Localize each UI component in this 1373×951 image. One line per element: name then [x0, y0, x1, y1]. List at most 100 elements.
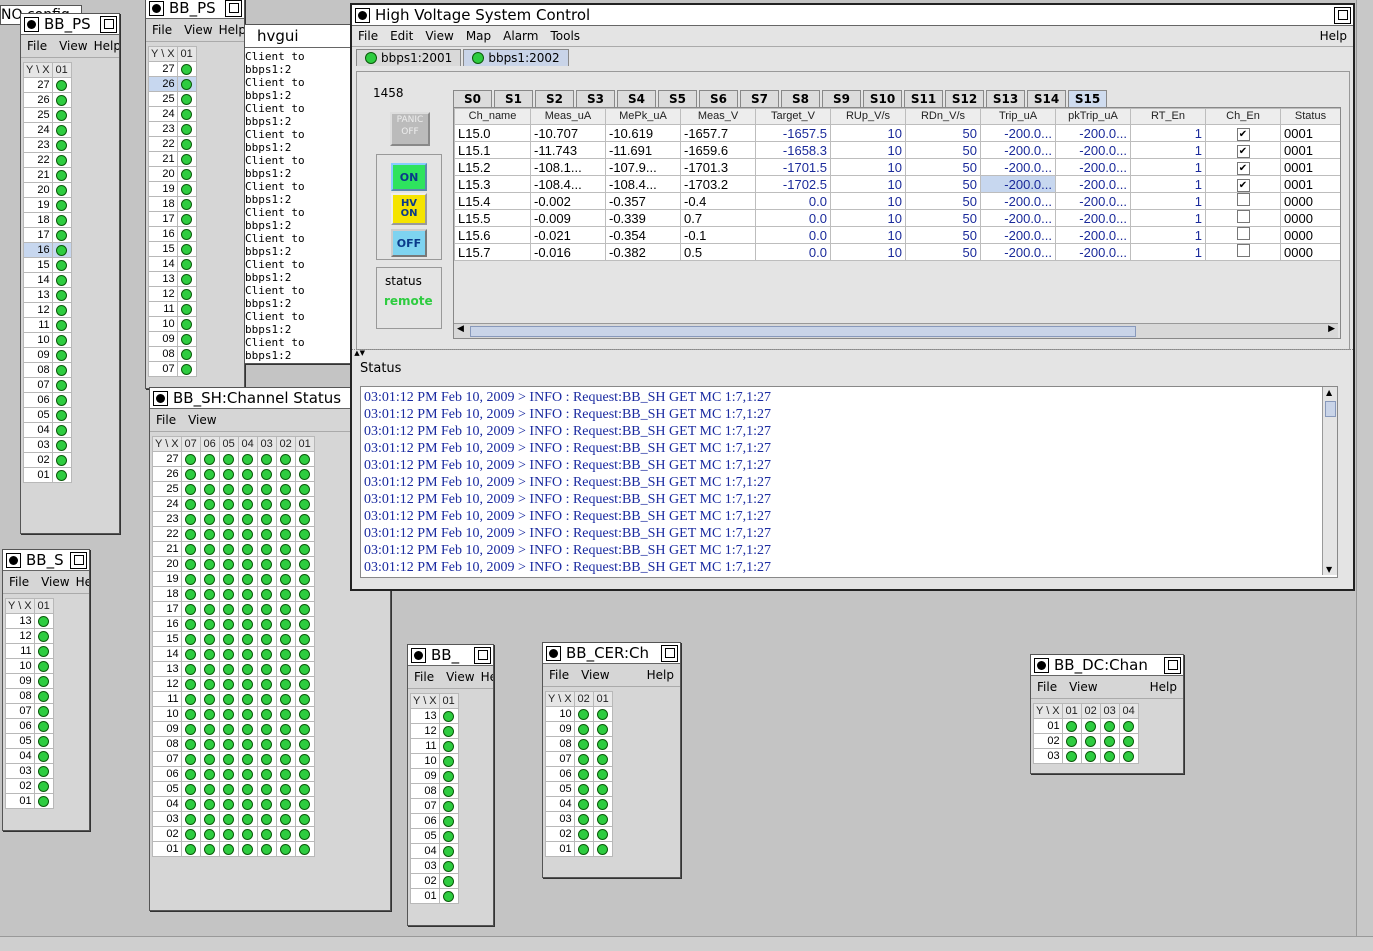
cell-ch-name[interactable]: L15.6 [454, 226, 531, 244]
column-header[interactable]: Ch_En [1205, 108, 1281, 125]
cell-meas-ua[interactable]: -0.021 [530, 226, 606, 244]
menu-view[interactable]: View [425, 29, 453, 43]
channel-cell[interactable] [573, 841, 594, 857]
channel-cell[interactable] [256, 496, 277, 512]
channel-cell[interactable] [51, 347, 72, 363]
cell-status[interactable]: 0001 [1280, 141, 1340, 159]
channel-cell[interactable] [199, 736, 220, 752]
channel-cell[interactable] [237, 841, 258, 857]
cell-target-v[interactable]: 0.0 [755, 243, 831, 261]
channel-cell[interactable] [294, 481, 315, 497]
cell-meas-v[interactable]: -1657.7 [680, 124, 756, 142]
cell-mepk-ua[interactable]: -0.357 [605, 192, 681, 210]
channel-cell[interactable] [294, 796, 315, 812]
channel-cell[interactable] [592, 721, 613, 737]
cell-pktrip-ua[interactable]: -200.0... [1055, 124, 1131, 142]
channel-cell[interactable] [256, 736, 277, 752]
channel-cell[interactable] [199, 556, 220, 572]
channel-cell[interactable] [237, 541, 258, 557]
channel-cell[interactable] [275, 826, 296, 842]
channel-cell[interactable] [176, 151, 197, 167]
cell-rdn-v-s[interactable]: 50 [905, 158, 981, 176]
channel-cell[interactable] [592, 826, 613, 842]
cell-rdn-v-s[interactable]: 50 [905, 124, 981, 142]
cell-rt-en[interactable]: 1 [1130, 209, 1206, 227]
window-titlebar[interactable]: BB_DC:Chan [1031, 655, 1183, 676]
cell-status[interactable]: 0000 [1280, 243, 1340, 261]
cell-rdn-v-s[interactable]: 50 [905, 175, 981, 193]
menu-file[interactable]: File [414, 670, 434, 684]
hv-on-button[interactable]: HV ON [391, 193, 427, 225]
cell-pktrip-ua[interactable]: -200.0... [1055, 175, 1131, 193]
channel-cell[interactable] [275, 526, 296, 542]
cell-trip-ua[interactable]: -200.0... [980, 158, 1056, 176]
cell-status[interactable]: 0001 [1280, 124, 1340, 142]
channel-cell[interactable] [51, 392, 72, 408]
cell-ch-en[interactable] [1205, 192, 1281, 210]
channel-cell[interactable] [199, 586, 220, 602]
cell-rt-en[interactable]: 1 [1130, 243, 1206, 261]
menu-view[interactable]: View [188, 413, 216, 427]
cell-meas-v[interactable]: 0.7 [680, 209, 756, 227]
channel-cell[interactable] [180, 601, 201, 617]
bb-dc-channel-window[interactable]: BB_DC:Chan File View Help Y \ X 01 02 03 04 01 02 0… [1030, 654, 1184, 774]
cell-rup-v-s[interactable]: 10 [830, 158, 906, 176]
channel-cell[interactable] [176, 331, 197, 347]
channel-cell[interactable] [573, 811, 594, 827]
channel-cell[interactable] [294, 661, 315, 677]
channel-cell[interactable] [237, 631, 258, 647]
hvgui-window[interactable]: hvgui Client to bbps1:2 Client to bbps1:2… [244, 24, 356, 364]
column-header[interactable]: RUp_V/s [830, 108, 906, 125]
channel-cell[interactable] [176, 241, 197, 257]
channel-cell[interactable] [176, 256, 197, 272]
channel-cell[interactable] [199, 751, 220, 767]
channel-cell[interactable] [176, 91, 197, 107]
channel-cell[interactable] [256, 646, 277, 662]
channel-row[interactable]: L15.2 -108.1... -107.9... -1701.3 -1701.5 10 5… [454, 158, 1340, 176]
channel-cell[interactable] [218, 721, 239, 737]
channel-cell[interactable] [218, 811, 239, 827]
channel-cell[interactable] [294, 646, 315, 662]
channel-cell[interactable] [592, 811, 613, 827]
channel-cell[interactable] [237, 751, 258, 767]
channel-cell[interactable] [180, 826, 201, 842]
channel-cell[interactable] [176, 76, 197, 92]
tab-slot-s15[interactable]: S15 [1068, 90, 1107, 107]
channel-cell[interactable] [275, 466, 296, 482]
channel-cell[interactable] [199, 706, 220, 722]
tab-slot-s8[interactable]: S8 [781, 90, 820, 107]
channel-cell[interactable] [180, 571, 201, 587]
channel-cell[interactable] [51, 137, 72, 153]
channel-cell[interactable] [438, 813, 459, 829]
channel-cell[interactable] [199, 631, 220, 647]
cell-meas-v[interactable]: 0.5 [680, 243, 756, 261]
channel-cell[interactable] [294, 601, 315, 617]
menu-tools[interactable]: Tools [550, 29, 580, 43]
cell-rt-en[interactable]: 1 [1130, 141, 1206, 159]
channel-cell[interactable] [438, 723, 459, 739]
channel-cell[interactable] [176, 271, 197, 287]
maximize-icon[interactable] [100, 15, 117, 33]
cell-mepk-ua[interactable]: -0.382 [605, 243, 681, 261]
window-menu-icon[interactable] [546, 645, 561, 661]
channel-cell[interactable] [438, 753, 459, 769]
maximize-icon[interactable] [661, 644, 678, 662]
tab-slot-s1[interactable]: S1 [494, 90, 533, 107]
cell-meas-ua[interactable]: -0.009 [530, 209, 606, 227]
channel-cell[interactable] [218, 601, 239, 617]
cell-ch-name[interactable]: L15.7 [454, 243, 531, 261]
checkbox[interactable] [1236, 210, 1250, 223]
channel-cell[interactable] [256, 721, 277, 737]
cell-status[interactable]: 0001 [1280, 175, 1340, 193]
channel-cell[interactable] [1118, 748, 1139, 764]
channel-cell[interactable] [237, 766, 258, 782]
channel-cell[interactable] [51, 257, 72, 273]
channel-cell[interactable] [237, 676, 258, 692]
channel-cell[interactable] [51, 182, 72, 198]
channel-cell[interactable] [438, 798, 459, 814]
channel-cell[interactable] [51, 362, 72, 378]
channel-cell[interactable] [180, 751, 201, 767]
channel-cell[interactable] [218, 781, 239, 797]
channel-cell[interactable] [256, 826, 277, 842]
channel-cell[interactable] [573, 796, 594, 812]
